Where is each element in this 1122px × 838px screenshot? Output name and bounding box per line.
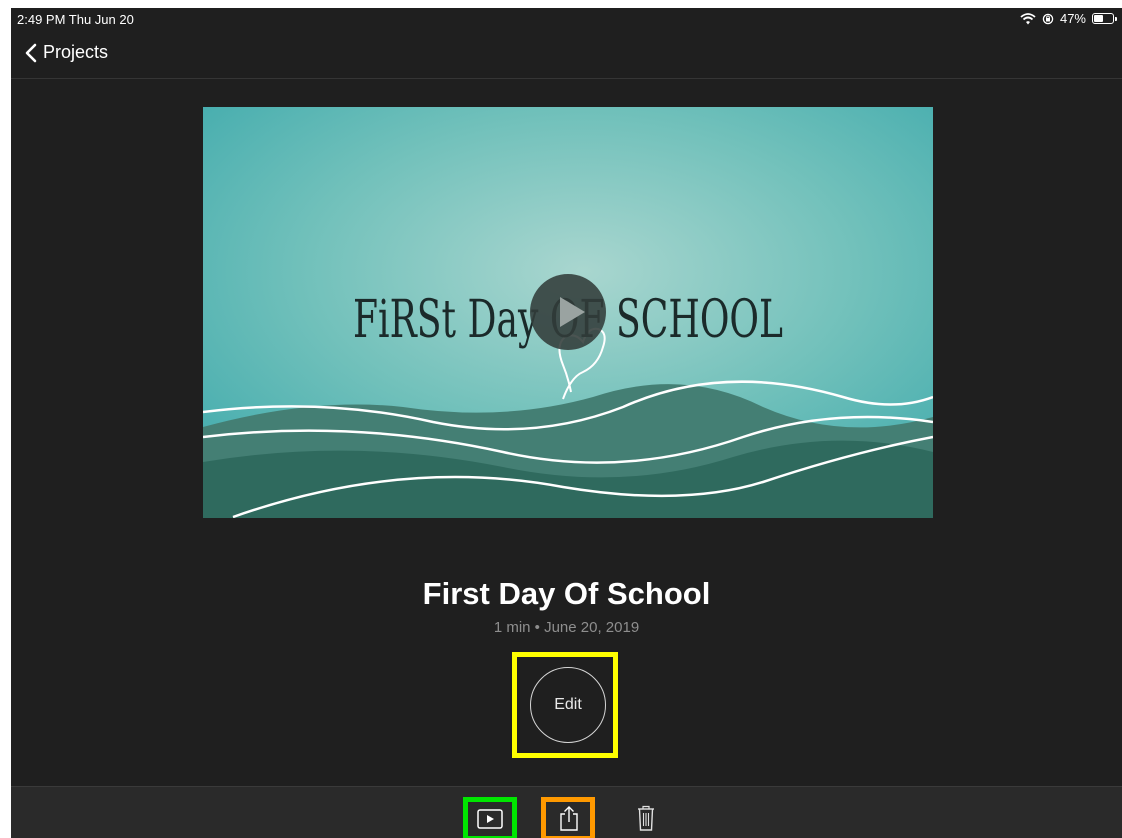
edit-button[interactable]: Edit (530, 667, 606, 743)
status-indicators: 47% (1020, 11, 1117, 26)
play-preview-button[interactable] (530, 274, 606, 350)
share-button[interactable] (559, 805, 579, 836)
status-time: 2:49 PM Thu Jun 20 (17, 12, 134, 27)
play-project-button[interactable] (477, 809, 503, 834)
edit-label: Edit (554, 696, 582, 713)
chevron-left-icon (25, 43, 37, 62)
share-icon (560, 806, 578, 831)
project-thumbnail[interactable]: FiRSt Day OF SCHOOL (203, 107, 933, 518)
battery-icon (1092, 13, 1117, 24)
back-label: Projects (43, 42, 109, 62)
status-bar: 2:49 PM Thu Jun 20 47% (11, 8, 1122, 30)
bottom-toolbar (11, 786, 1122, 838)
trash-button[interactable] (637, 805, 655, 836)
play-icon (560, 297, 585, 327)
project-title: First Day Of School (422, 576, 711, 611)
navigation-bar: Projects (11, 34, 1122, 79)
battery-percentage: 47% (1059, 11, 1086, 26)
wifi-icon (1020, 12, 1036, 24)
imovie-project-screen: 2:49 PM Thu Jun 20 47% Projects FiRSt Da… (11, 8, 1122, 838)
trash-icon (638, 805, 654, 831)
rotation-lock-icon (1042, 13, 1054, 24)
battery-level (1094, 15, 1104, 22)
back-to-projects-button[interactable]: Projects (25, 42, 108, 63)
project-meta: 1 min • June 20, 2019 (493, 619, 640, 636)
play-project-icon (477, 809, 503, 829)
